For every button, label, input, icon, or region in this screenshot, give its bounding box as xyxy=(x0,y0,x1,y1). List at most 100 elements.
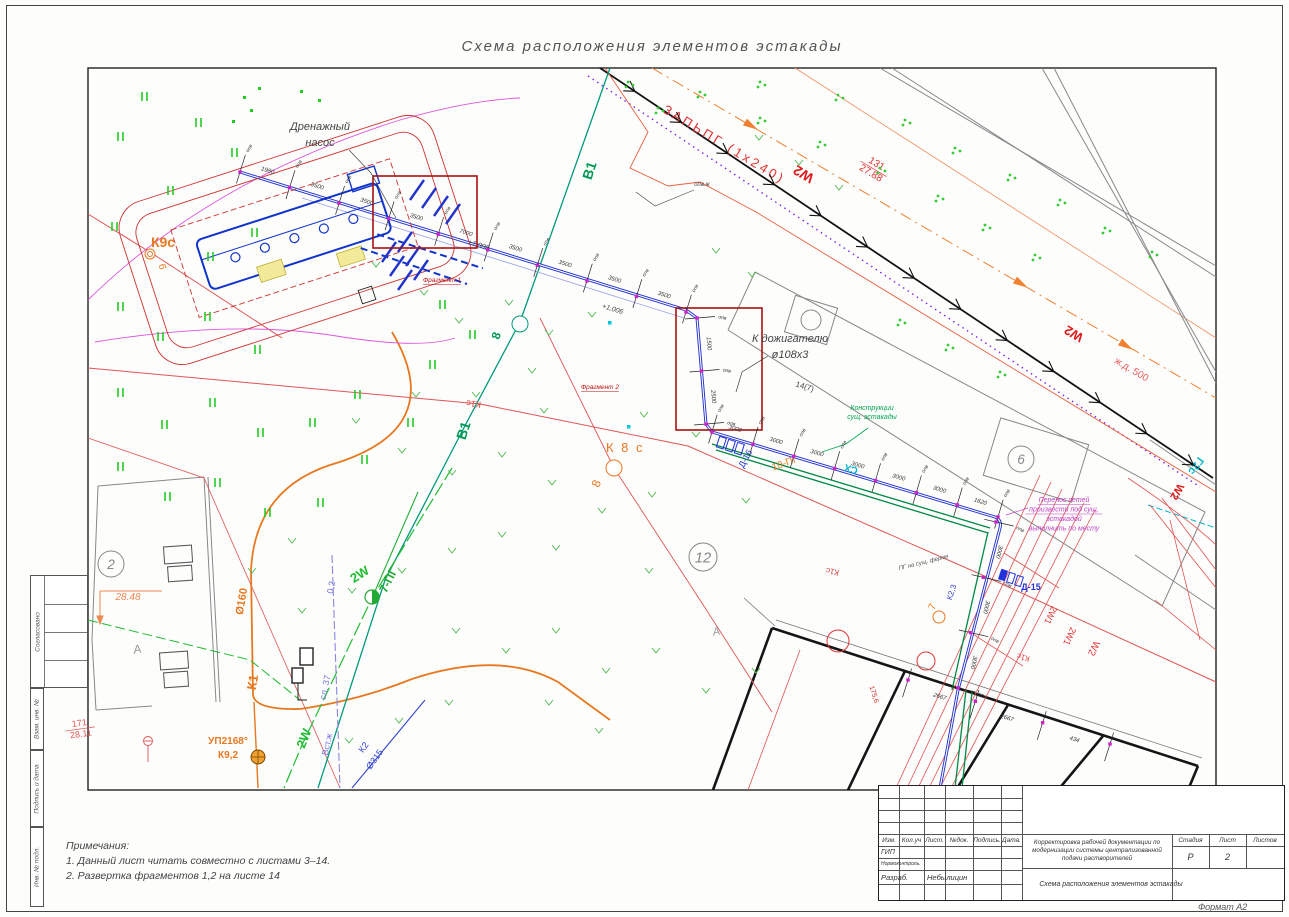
svg-text:7-ПГ: 7-ПГ xyxy=(376,565,400,595)
svg-text:К1: К1 xyxy=(244,673,261,691)
sl37-label: сл. 37 xyxy=(318,674,333,700)
w2-top-label: W2 xyxy=(790,162,816,187)
svg-text:0,2: 0,2 xyxy=(325,580,337,594)
tb-project: Корректировка рабочей документации по мо… xyxy=(1032,839,1162,862)
svg-text:Д-16: Д-16 xyxy=(736,448,754,470)
svg-text:3000: 3000 xyxy=(891,473,906,483)
v1-mid-label: В1 xyxy=(453,419,474,441)
k23-label: К2,3 xyxy=(945,583,959,601)
svg-text:опв: опв xyxy=(245,143,255,153)
svg-text:W2: W2 xyxy=(1167,481,1186,501)
svg-text:опв: опв xyxy=(839,440,849,450)
d15-label: Д-15 xyxy=(1021,582,1040,592)
note-item: 2. Развертка фрагментов 1,2 на листе 14 xyxy=(66,870,280,882)
tb-stage-value: Р xyxy=(1187,852,1194,862)
site-plan: Дренажный насос Фрагмент 1 Фрагмент 2 К дожи… xyxy=(65,67,1217,791)
drain-pump-label: Дренажный насос xyxy=(288,121,350,149)
well-frac-171: 17128.11 xyxy=(65,717,96,740)
svg-text:3500: 3500 xyxy=(657,291,672,301)
svg-text:опв: опв xyxy=(1002,488,1012,498)
svg-text:Фрагмент 1: Фрагмент 1 xyxy=(423,277,461,284)
svg-text:опв: опв xyxy=(718,314,727,321)
svg-text:1500: 1500 xyxy=(705,337,712,351)
svg-text:14(7): 14(7) xyxy=(794,380,815,394)
svg-text:3500: 3500 xyxy=(558,260,573,270)
cable-zapg-label: ЗАПЬПГ (1х240) xyxy=(660,102,788,187)
svg-text:1620: 1620 xyxy=(973,498,988,508)
transfer-note: Перенос сетей произвести под сущ.эстакадо… xyxy=(1025,496,1103,533)
svg-text:ж.д. 500: ж.д. 500 xyxy=(1112,355,1150,384)
tb-normo: Нормоконтроль. xyxy=(881,861,921,867)
d315-label: Ø315 xyxy=(364,747,385,771)
well-171-symbol xyxy=(143,736,153,762)
svg-text:В1: В1 xyxy=(579,159,600,181)
svg-text:К2,3: К2,3 xyxy=(945,583,959,601)
svg-text:3500: 3500 xyxy=(310,182,325,192)
svg-text:3000: 3000 xyxy=(809,449,824,459)
rail-500-label: ж.д. 500 xyxy=(1112,355,1150,384)
svg-text:опв: опв xyxy=(722,367,731,374)
annotation-layer: Дренажный насос Фрагмент 1 Фрагмент 2 К дожи… xyxy=(65,80,1206,771)
svg-text:опв: опв xyxy=(691,283,701,293)
d160-label: Ø160 xyxy=(234,587,250,616)
up2168-manhole xyxy=(250,749,266,765)
svg-text:28.48: 28.48 xyxy=(114,592,140,603)
svg-text:3000: 3000 xyxy=(728,425,743,435)
pg-truss-label: ПГ на сущ. ферме xyxy=(898,554,950,572)
building-6 xyxy=(727,271,1206,607)
svg-text:опв: опв xyxy=(716,403,726,413)
k8s-8: 8 xyxy=(589,477,605,489)
svg-text:насос: насос xyxy=(305,137,335,149)
tb-col-ndok: №док. xyxy=(949,836,969,844)
dimension-run: опв опв опв 1500 2500 xyxy=(685,314,736,428)
k9s-9: 9 xyxy=(158,262,170,270)
building-no-12: 12 xyxy=(688,542,718,572)
svg-text:2500: 2500 xyxy=(709,389,716,404)
stamp-agreed-label: Согласовано xyxy=(34,611,42,652)
node-7-orange: 7 xyxy=(927,602,940,612)
svg-text:7000: 7000 xyxy=(458,229,473,239)
cable-dotted-line xyxy=(587,75,1201,488)
v1-top-label: В1 xyxy=(579,159,600,181)
tb-col-data: Дата. xyxy=(1002,836,1021,844)
svg-text:W2: W2 xyxy=(790,162,816,187)
tb-doc-title: Схема расположения элементов эстакады xyxy=(1039,880,1183,888)
svg-text:опв: опв xyxy=(493,221,503,231)
svg-text:3500: 3500 xyxy=(409,213,424,223)
svg-text:W2: W2 xyxy=(1061,322,1085,345)
svg-text:опв: опв xyxy=(977,691,987,700)
node-8-green: 8 xyxy=(489,330,504,341)
cable-length-frac: 13127.88 xyxy=(857,155,887,185)
area-175-label: 175,6 xyxy=(868,685,880,704)
tb-col-koluch: Кол.уч xyxy=(901,836,922,844)
svg-text:опв: опв xyxy=(641,268,651,278)
svg-text:Ø160: Ø160 xyxy=(234,587,250,616)
svg-text:3000: 3000 xyxy=(932,485,947,495)
format-label: Формат А2 xyxy=(1198,902,1248,912)
w1-label-b: 2W1 xyxy=(1061,626,1078,647)
building-no-2: 2 xyxy=(97,550,125,578)
svg-text:Дренажный: Дренажный xyxy=(288,121,350,133)
up2168-label: УП2168° К9,2 xyxy=(208,736,248,761)
svg-text:опв: опв xyxy=(880,452,890,462)
building-2 xyxy=(91,476,221,711)
svg-text:3000: 3000 xyxy=(769,437,784,447)
svg-text:ø108х3: ø108х3 xyxy=(772,349,810,361)
road-edge-line xyxy=(794,67,1217,339)
pipeline-main xyxy=(239,170,1002,789)
svg-text:3000: 3000 xyxy=(981,600,990,615)
w2-bottom-label: W2 xyxy=(1167,481,1186,501)
svg-text:опв: опв xyxy=(798,427,808,437)
d16-label: Д-16 xyxy=(736,448,754,470)
w2-label-c: W2 xyxy=(1085,639,1101,658)
w2-right-label: W2 xyxy=(1061,322,1085,345)
svg-text:Фрагмент 2: Фрагмент 2 xyxy=(581,384,619,391)
svg-text:12: 12 xyxy=(695,550,711,566)
svg-text:2: 2 xyxy=(106,557,115,572)
tb-col-podpis: Подпись. xyxy=(973,836,1001,844)
drawing-sheet: Схема расположения элементов эстакады Др… xyxy=(0,0,1289,917)
dimension-run: опвопвопвопвопвопвопвопвопвопв1980350035… xyxy=(236,143,701,324)
svg-text:2667: 2667 xyxy=(999,713,1015,723)
svg-text:Д-15: Д-15 xyxy=(1021,582,1040,592)
k1s-label-b: К1с xyxy=(825,566,840,578)
